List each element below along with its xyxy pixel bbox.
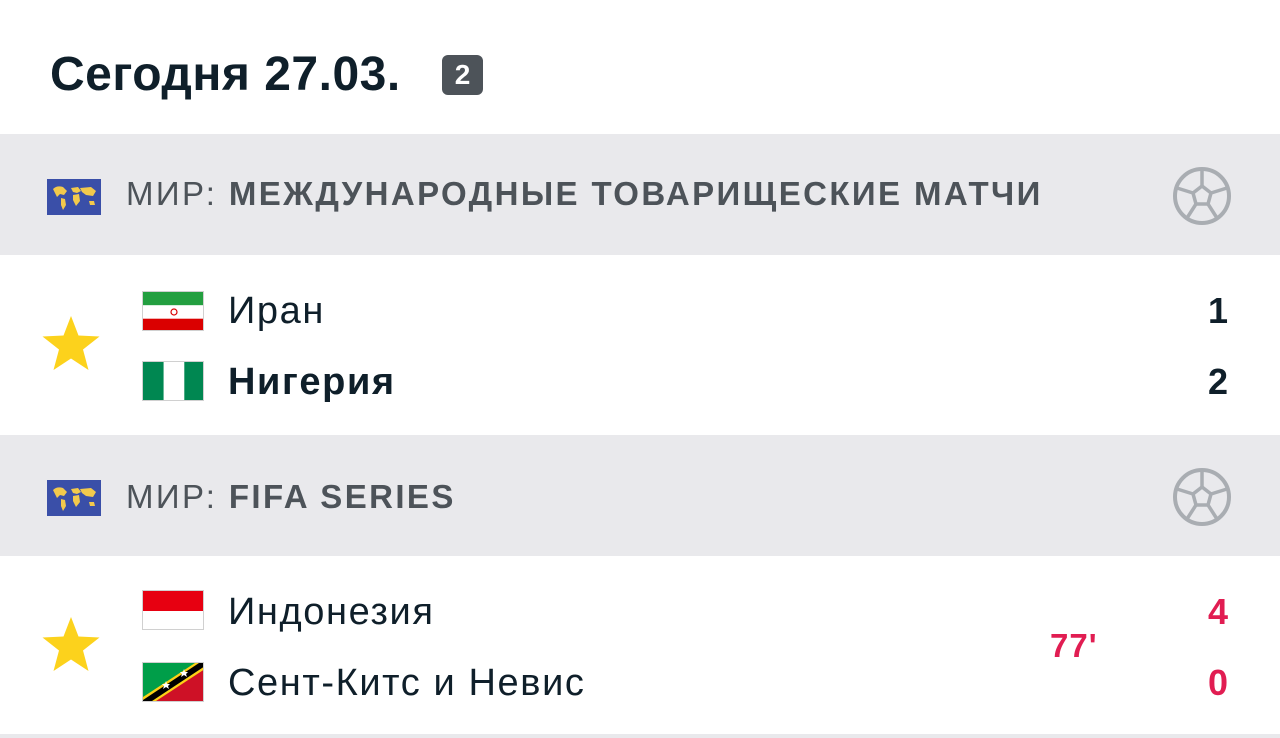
league-competition: FIFA SERIES — [228, 478, 456, 515]
home-team-name: Индонезия — [228, 591, 435, 633]
divider — [0, 734, 1280, 738]
league-header-fifa-series[interactable]: МИР: FIFA SERIES — [0, 435, 1280, 556]
league-title: МИР: МЕЖДУНАРОДНЫЕ ТОВАРИЩЕСКИЕ МАТЧИ — [126, 174, 1043, 214]
page-title: Сегодня 27.03. — [50, 48, 401, 101]
home-team-score: 4 — [1207, 591, 1228, 632]
soccer-ball-icon — [1173, 468, 1231, 526]
league-title: МИР: FIFA SERIES — [126, 477, 456, 517]
world-map-icon — [47, 480, 101, 516]
star-icon[interactable] — [40, 314, 102, 374]
date-header: Сегодня 27.03. 2 — [0, 0, 1280, 134]
saint-kitts-nevis-flag-icon — [142, 662, 204, 702]
star-icon[interactable] — [40, 615, 102, 675]
iran-flag-icon — [142, 291, 204, 331]
live-match-minute: 77' — [1050, 627, 1098, 664]
home-team-name: Иран — [228, 290, 325, 332]
nigeria-flag-icon — [142, 361, 204, 401]
away-team-score: 0 — [1207, 662, 1228, 703]
away-team-score: 2 — [1207, 361, 1228, 402]
league-country: МИР: — [126, 478, 218, 515]
match-row-indonesia-skn[interactable]: Индонезия 4 77' Сент-Китс и Невис 0 — [0, 556, 1280, 734]
league-country: МИР: — [126, 175, 218, 212]
match-row-iran-nigeria[interactable]: Иран 1 Нигерия 2 — [0, 255, 1280, 433]
world-map-icon — [47, 179, 101, 215]
league-competition: МЕЖДУНАРОДНЫЕ ТОВАРИЩЕСКИЕ МАТЧИ — [228, 175, 1043, 212]
soccer-ball-icon — [1173, 167, 1231, 225]
away-team-name: Нигерия — [228, 361, 396, 403]
away-team-name: Сент-Китс и Невис — [228, 662, 586, 704]
match-count-badge: 2 — [442, 55, 483, 95]
home-team-score: 1 — [1207, 290, 1228, 331]
league-header-friendlies[interactable]: МИР: МЕЖДУНАРОДНЫЕ ТОВАРИЩЕСКИЕ МАТЧИ — [0, 134, 1280, 255]
indonesia-flag-icon — [142, 590, 204, 630]
